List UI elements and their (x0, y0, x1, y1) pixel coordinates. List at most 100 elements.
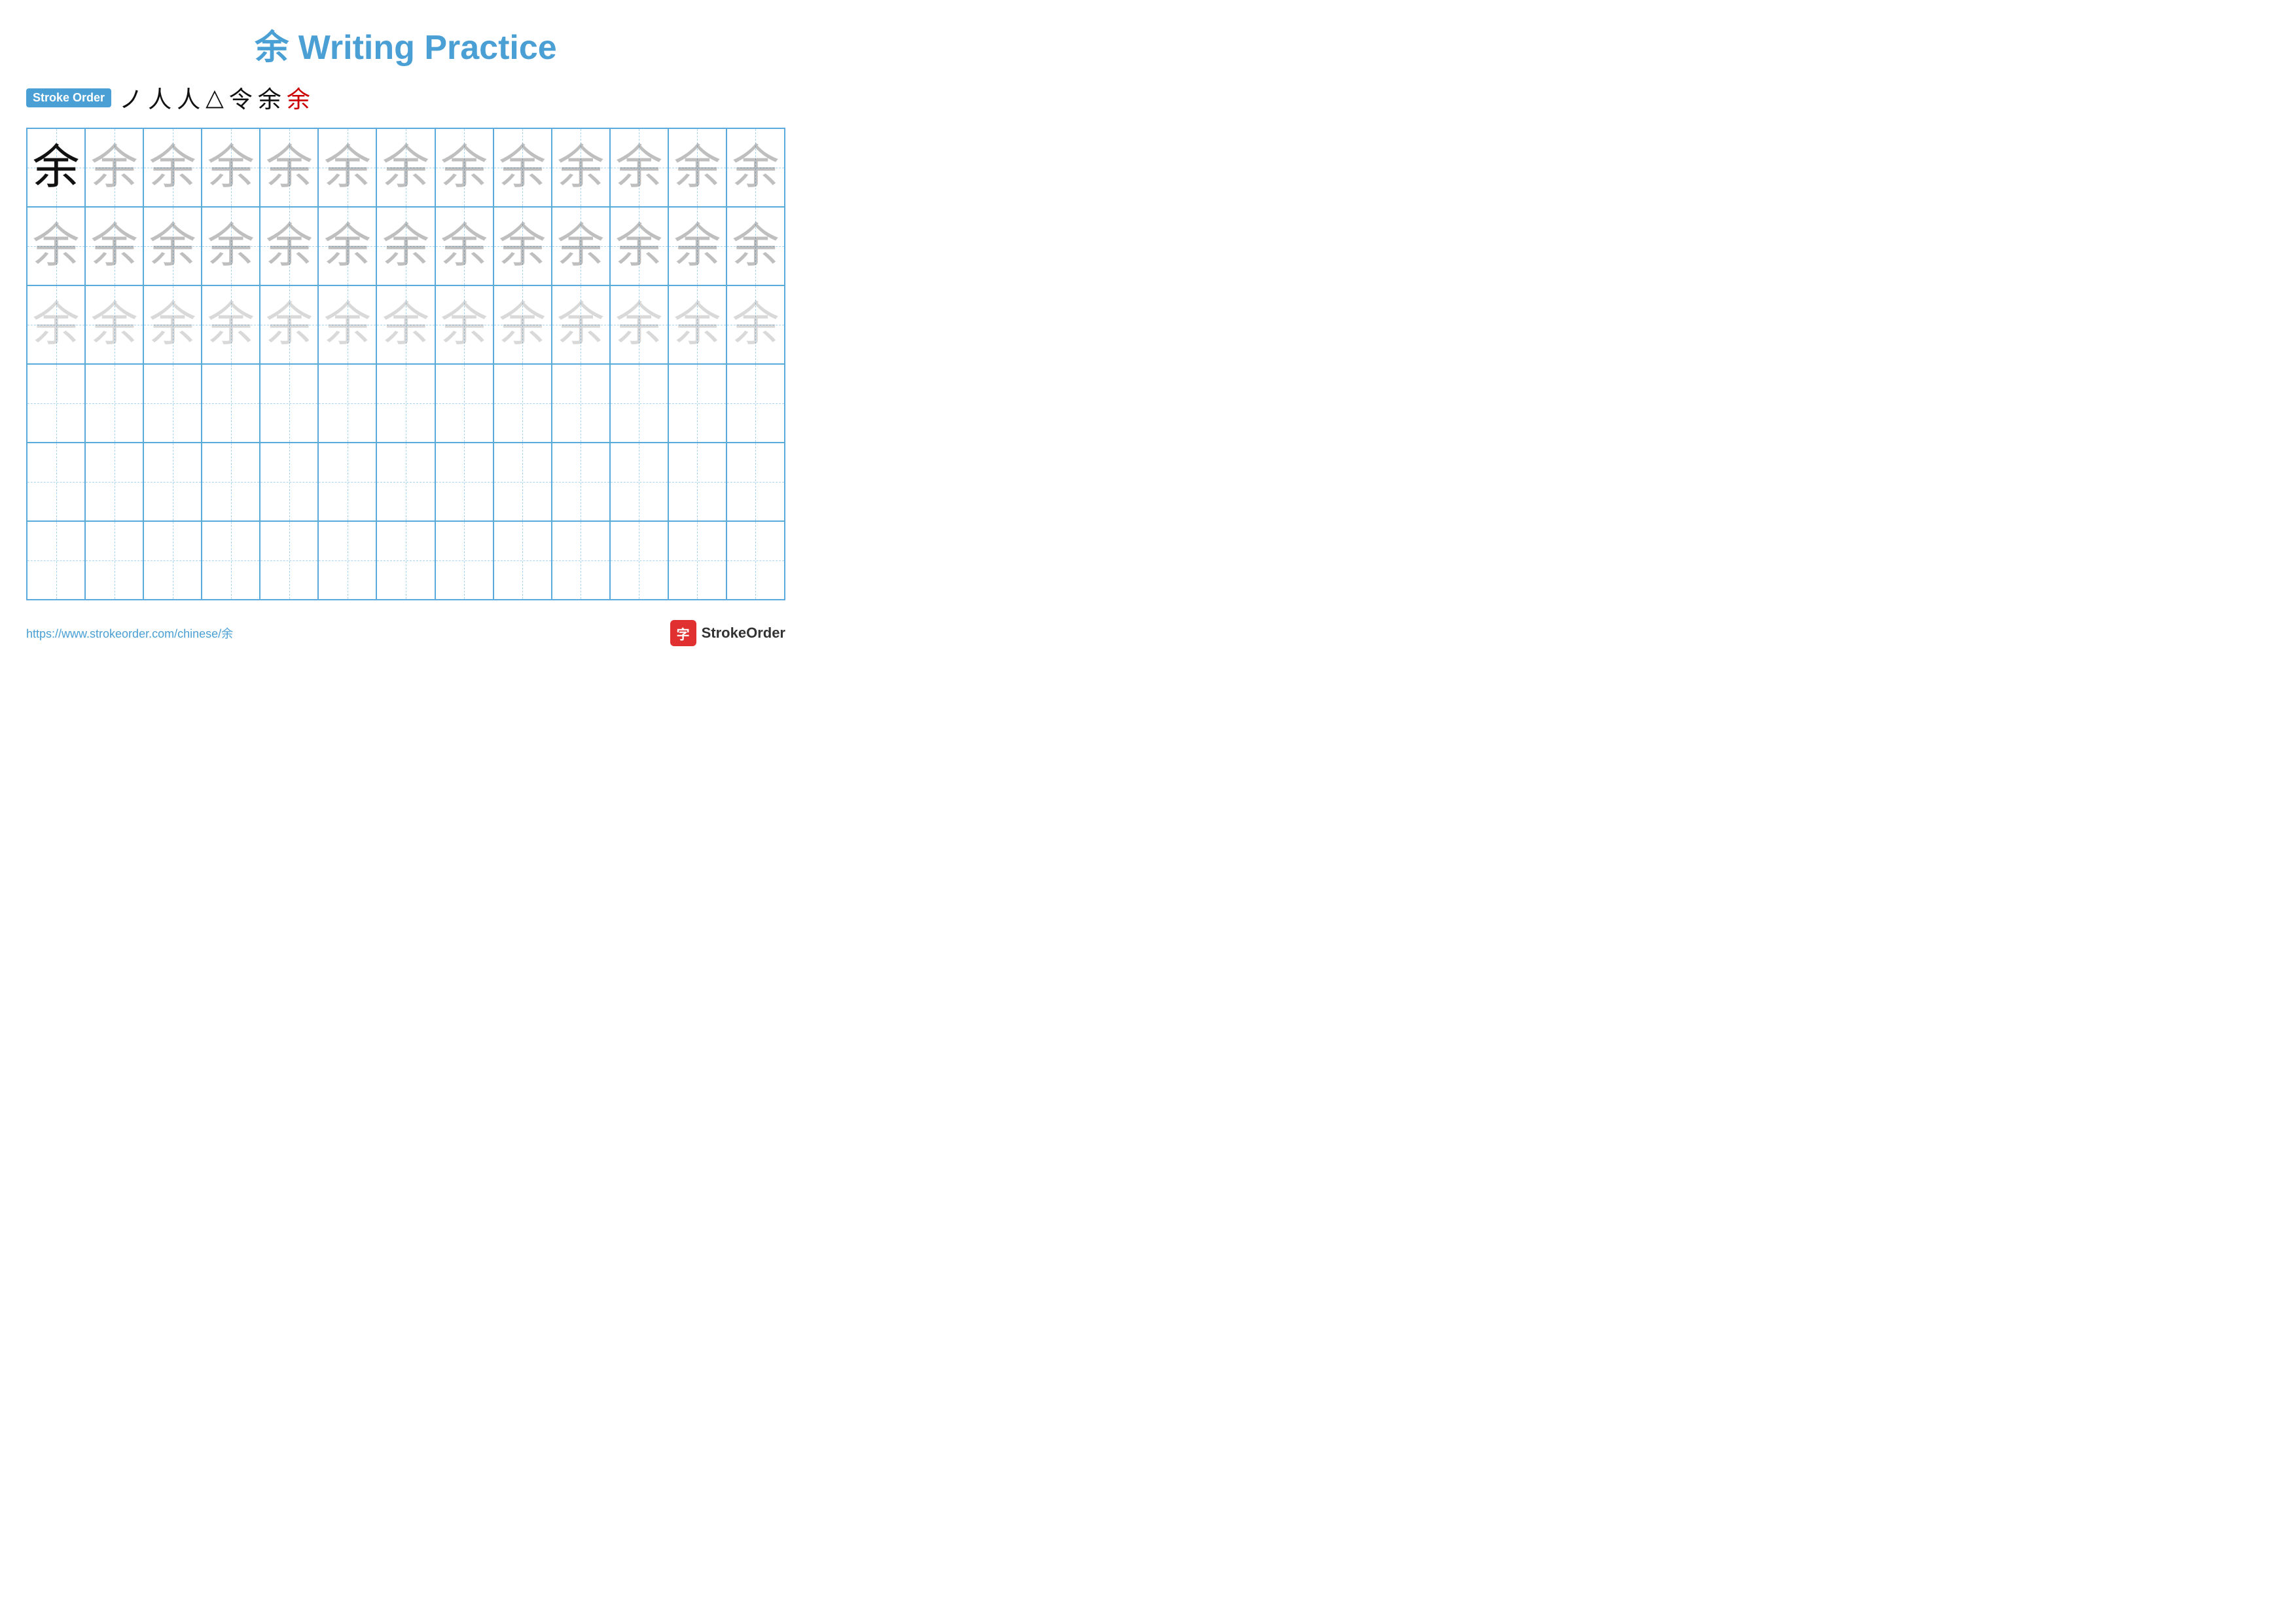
grid-cell[interactable] (668, 364, 726, 443)
practice-character: 余 (207, 301, 255, 348)
stroke-1: ノ (119, 81, 143, 115)
grid-cell[interactable] (668, 521, 726, 600)
grid-cell[interactable] (260, 443, 318, 521)
grid-cell[interactable]: 余 (435, 207, 493, 285)
grid-cell[interactable] (435, 364, 493, 443)
grid-cell[interactable]: 余 (493, 207, 552, 285)
grid-cell[interactable] (260, 521, 318, 600)
grid-cell[interactable] (493, 443, 552, 521)
grid-cell[interactable]: 余 (552, 285, 610, 364)
grid-cell[interactable] (143, 443, 202, 521)
practice-character: 余 (440, 223, 488, 270)
grid-cell[interactable] (85, 364, 143, 443)
grid-cell[interactable] (318, 443, 376, 521)
grid-cell[interactable]: 余 (260, 128, 318, 207)
practice-character: 余 (615, 144, 662, 191)
practice-character: 余 (149, 301, 196, 348)
grid-cell[interactable] (27, 443, 85, 521)
practice-character: 余 (499, 301, 546, 348)
grid-cell[interactable] (668, 443, 726, 521)
grid-cell[interactable]: 余 (552, 128, 610, 207)
practice-character: 余 (673, 144, 721, 191)
grid-cell[interactable]: 余 (202, 207, 260, 285)
practice-character: 余 (33, 301, 80, 348)
grid-cell[interactable] (202, 364, 260, 443)
grid-cell[interactable] (202, 521, 260, 600)
grid-cell[interactable]: 余 (376, 128, 435, 207)
title-character: 余 (255, 29, 289, 67)
grid-cell[interactable]: 余 (85, 128, 143, 207)
grid-cell[interactable] (726, 364, 785, 443)
stroke-3: 人 (177, 81, 200, 115)
grid-cell[interactable] (610, 443, 668, 521)
grid-cell[interactable] (493, 364, 552, 443)
grid-cell[interactable]: 余 (143, 207, 202, 285)
grid-cell[interactable] (435, 521, 493, 600)
grid-cell[interactable] (376, 521, 435, 600)
grid-cell[interactable]: 余 (143, 128, 202, 207)
practice-character: 余 (440, 144, 488, 191)
grid-cell[interactable]: 余 (726, 207, 785, 285)
grid-cell[interactable] (85, 521, 143, 600)
grid-cell[interactable] (376, 364, 435, 443)
grid-cell[interactable]: 余 (318, 285, 376, 364)
grid-cell[interactable]: 余 (668, 207, 726, 285)
grid-cell[interactable] (318, 364, 376, 443)
grid-cell[interactable]: 余 (435, 285, 493, 364)
grid-cell[interactable] (143, 364, 202, 443)
grid-cell[interactable]: 余 (610, 285, 668, 364)
grid-cell[interactable]: 余 (726, 285, 785, 364)
grid-cell[interactable]: 余 (493, 128, 552, 207)
grid-cell[interactable] (610, 521, 668, 600)
practice-character: 余 (440, 301, 488, 348)
grid-cell[interactable]: 余 (27, 128, 85, 207)
grid-cell[interactable]: 余 (318, 207, 376, 285)
grid-cell[interactable] (435, 443, 493, 521)
grid-cell[interactable] (27, 364, 85, 443)
grid-cell[interactable]: 余 (318, 128, 376, 207)
practice-character: 余 (266, 301, 313, 348)
logo-text: StrokeOrder (702, 625, 785, 642)
grid-cell[interactable] (202, 443, 260, 521)
grid-cell[interactable] (318, 521, 376, 600)
grid-cell[interactable]: 余 (493, 285, 552, 364)
grid-cell[interactable]: 余 (202, 128, 260, 207)
grid-cell[interactable]: 余 (668, 128, 726, 207)
grid-cell[interactable]: 余 (143, 285, 202, 364)
grid-cell[interactable] (260, 364, 318, 443)
grid-cell[interactable]: 余 (435, 128, 493, 207)
grid-cell[interactable]: 余 (610, 128, 668, 207)
practice-character: 余 (673, 301, 721, 348)
grid-cell[interactable]: 余 (376, 207, 435, 285)
grid-cell[interactable]: 余 (552, 207, 610, 285)
logo-icon: 字 (670, 620, 696, 646)
grid-cell[interactable] (552, 364, 610, 443)
grid-cell[interactable]: 余 (85, 207, 143, 285)
grid-cell[interactable] (85, 443, 143, 521)
grid-cell[interactable]: 余 (260, 207, 318, 285)
grid-cell[interactable] (726, 521, 785, 600)
grid-cell[interactable] (27, 521, 85, 600)
grid-cell[interactable]: 余 (668, 285, 726, 364)
stroke-5: 令 (229, 81, 253, 115)
grid-cell[interactable]: 余 (202, 285, 260, 364)
grid-cell[interactable] (376, 443, 435, 521)
grid-cell[interactable] (552, 521, 610, 600)
stroke-4: △ (206, 84, 224, 111)
grid-cell[interactable]: 余 (376, 285, 435, 364)
grid-cell[interactable]: 余 (85, 285, 143, 364)
grid-cell[interactable] (610, 364, 668, 443)
grid-cell[interactable]: 余 (27, 285, 85, 364)
practice-character: 余 (207, 223, 255, 270)
practice-character: 余 (33, 223, 80, 270)
grid-cell[interactable] (726, 443, 785, 521)
stroke-7: 余 (287, 81, 310, 115)
grid-cell[interactable]: 余 (27, 207, 85, 285)
grid-cell[interactable]: 余 (260, 285, 318, 364)
grid-cell[interactable]: 余 (610, 207, 668, 285)
grid-cell[interactable] (552, 443, 610, 521)
grid-cell[interactable] (143, 521, 202, 600)
practice-character: 余 (557, 301, 604, 348)
grid-cell[interactable] (493, 521, 552, 600)
grid-cell[interactable]: 余 (726, 128, 785, 207)
